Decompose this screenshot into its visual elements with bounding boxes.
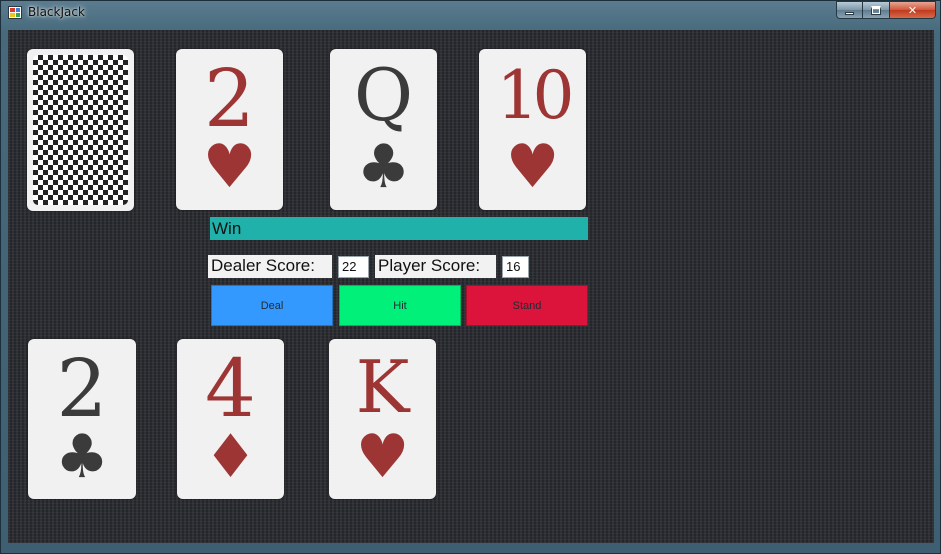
close-icon: ✕: [907, 3, 918, 17]
dealer-hidden-card: [27, 49, 134, 211]
heart-icon: ♥: [355, 422, 410, 492]
card-rank: Q: [353, 53, 414, 137]
minimize-button[interactable]: [836, 1, 863, 19]
player-score-value: 16: [502, 256, 529, 278]
stand-button[interactable]: Stand: [466, 285, 588, 326]
dealer-card-1: 2 ♥: [176, 49, 283, 210]
card-rank: K: [355, 345, 410, 429]
app-icon: [8, 6, 22, 19]
result-label: Win: [210, 217, 588, 240]
dealer-card-3: 10 ♥: [479, 49, 586, 210]
title-bar[interactable]: BlackJack ✕: [1, 1, 940, 23]
club-icon: ♣: [55, 422, 109, 492]
heart-icon: ♥: [505, 132, 560, 202]
maximize-button[interactable]: [863, 1, 890, 19]
maximize-icon: [871, 5, 881, 15]
hit-button[interactable]: Hit: [339, 285, 461, 326]
card-rank: 10: [496, 57, 575, 134]
card-rank: 2: [204, 52, 255, 145]
app-window: BlackJack ✕ 2 ♥ Q ♣ 10 ♥ Win Dealer Scor…: [0, 0, 941, 554]
player-card-1: 2 ♣: [28, 339, 136, 499]
dealer-score-label: Dealer Score:: [208, 255, 332, 278]
player-card-3: K ♥: [329, 339, 436, 499]
deal-button[interactable]: Deal: [211, 285, 333, 326]
window-title: BlackJack: [28, 5, 85, 19]
dealer-card-2: Q ♣: [330, 49, 437, 210]
dealer-score-value: 22: [338, 256, 369, 278]
diamond-icon: ♦: [203, 422, 258, 492]
card-rank: 2: [56, 342, 108, 435]
heart-icon: ♥: [202, 132, 257, 202]
close-button[interactable]: ✕: [890, 1, 936, 19]
card-back-pattern: [33, 55, 128, 205]
player-card-2: 4 ♦: [177, 339, 284, 499]
player-score-label: Player Score:: [375, 255, 496, 278]
club-icon: ♣: [356, 132, 411, 202]
card-rank: 4: [205, 342, 256, 435]
game-table: 2 ♥ Q ♣ 10 ♥ Win Dealer Score: 22 Player…: [8, 30, 934, 543]
minimize-icon: [845, 11, 854, 15]
window-controls: ✕: [836, 1, 936, 19]
